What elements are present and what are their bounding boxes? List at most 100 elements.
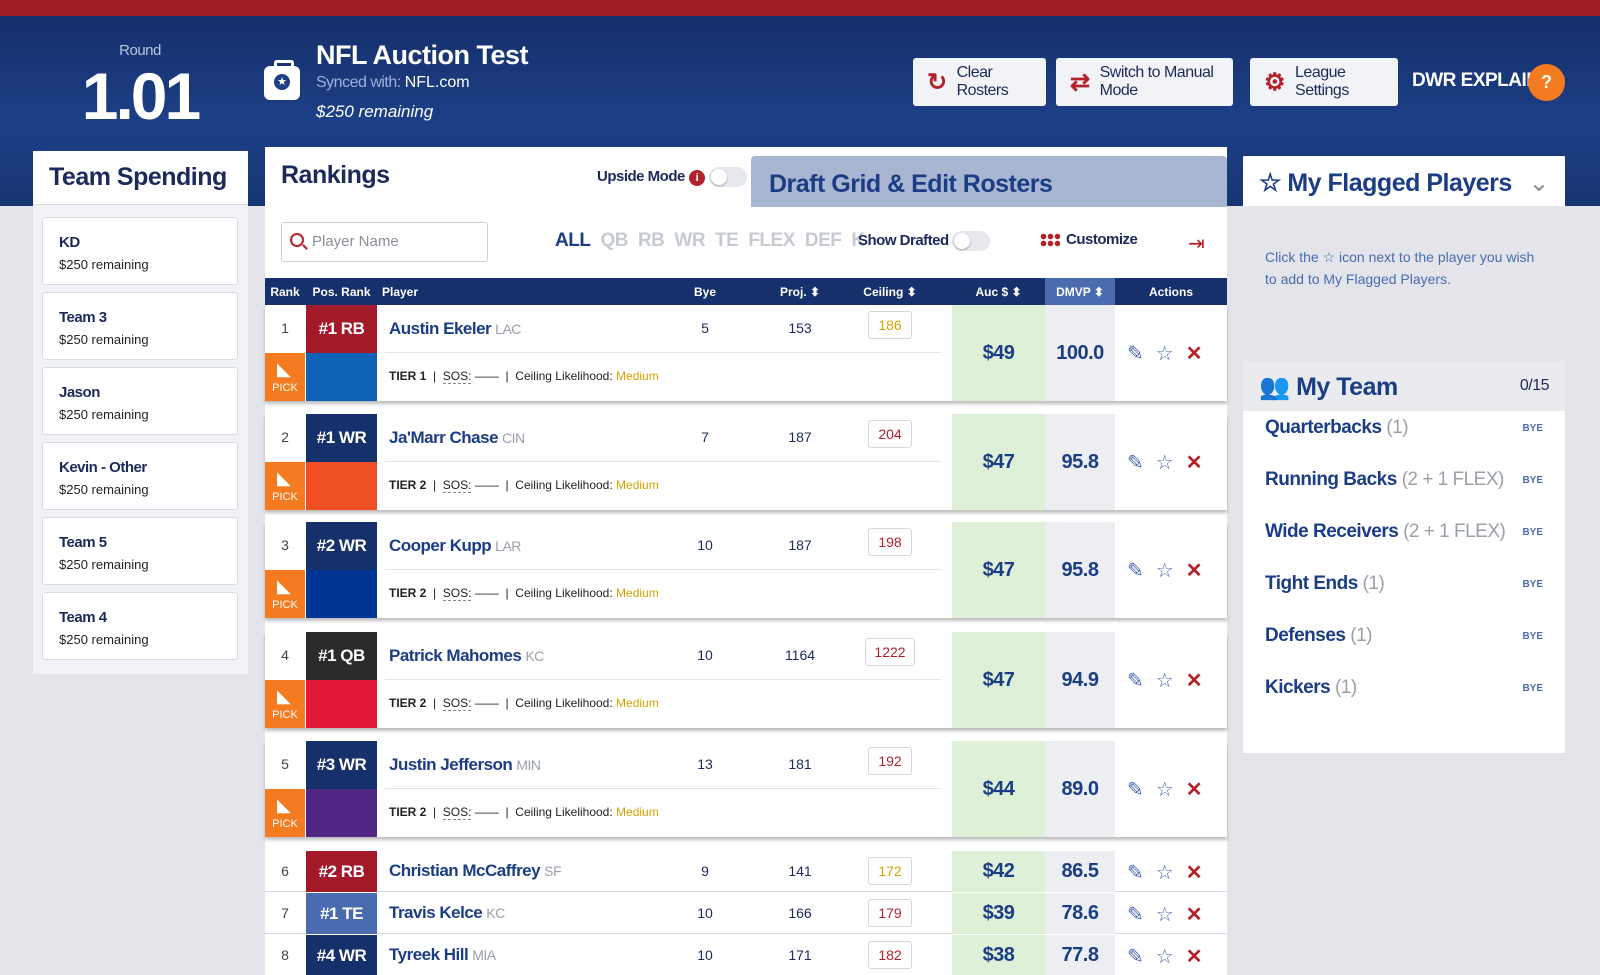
table-row[interactable]: 4 #1 QB PICK TIER 2 | SOS: —— | Ceiling Lik… [265,632,1227,728]
sos-value: —— [474,696,499,710]
col-posrank[interactable]: Pos. Rank [306,285,377,299]
upside-mode-toggle[interactable] [708,167,747,187]
player-name-link[interactable]: Justin Jefferson MIN [389,755,541,775]
pick-button[interactable]: PICK [265,680,305,728]
close-icon[interactable]: ✕ [1186,902,1203,927]
league-briefcase-icon[interactable]: ★ [264,60,300,100]
chevron-down-icon[interactable]: ⌄ [1529,168,1550,198]
edit-icon[interactable]: ✎ [1127,944,1144,969]
team-remaining: $250 remaining [59,557,149,572]
star-icon[interactable]: ☆ [1156,944,1174,969]
row-divider [385,569,941,570]
close-icon[interactable]: ✕ [1186,777,1203,802]
sos-label[interactable]: SOS: [442,478,472,493]
team-card[interactable]: Jason $250 remaining [42,367,238,435]
col-player[interactable]: Player [382,285,418,299]
close-icon[interactable]: ✕ [1186,558,1203,583]
sos-label[interactable]: SOS: [442,586,472,601]
star-icon[interactable]: ☆ [1156,558,1174,583]
league-settings-button[interactable]: ⚙ League Settings [1250,58,1398,106]
filter-all[interactable]: ALL [555,230,591,252]
upside-mode-label: Upside Mode [597,167,685,185]
team-remaining: $250 remaining [59,482,149,497]
team-card[interactable]: Kevin - Other $250 remaining [42,442,238,510]
filter-flex[interactable]: FLEX [748,230,795,252]
filter-wr[interactable]: WR [674,230,705,252]
table-row[interactable]: 3 #2 WR PICK TIER 2 | SOS: —— | Ceiling Lik… [265,522,1227,618]
col-ceiling[interactable]: Ceiling ⬍ [852,285,928,299]
sos-label[interactable]: SOS: [442,369,472,384]
table-row[interactable]: 6 #2 RB Christian McCaffrey SF 9 141 172 $42 86.… [265,851,1227,892]
close-icon[interactable]: ✕ [1186,944,1203,969]
video-question-icon[interactable]: ? [1528,64,1565,101]
col-auc[interactable]: Auc $ ⬍ [952,285,1045,299]
pos-rank-badge: #1 QB [306,632,377,680]
dmvp-value: 86.5 [1045,851,1115,892]
player-name-link[interactable]: Tyreek Hill MIA [389,945,496,965]
player-name-link[interactable]: Cooper Kupp LAR [389,536,521,556]
slot-bye: BYE [1522,579,1543,590]
clear-rosters-button[interactable]: ↻ Clear Rosters [913,58,1046,106]
star-icon[interactable]: ☆ [1156,777,1174,802]
sos-label[interactable]: SOS: [442,696,472,711]
slot-count: (1) [1362,573,1385,594]
player-name-link[interactable]: Christian McCaffrey SF [389,861,561,881]
star-icon[interactable]: ☆ [1156,668,1174,693]
star-icon[interactable]: ☆ [1156,902,1174,927]
sos-label[interactable]: SOS: [442,805,472,820]
filter-te[interactable]: TE [715,230,739,252]
star-icon[interactable]: ☆ [1156,860,1174,885]
edit-icon[interactable]: ✎ [1127,902,1144,927]
player-name-link[interactable]: Ja'Marr Chase CIN [389,428,525,448]
player-name-link[interactable]: Travis Kelce KC [389,903,505,923]
pick-button[interactable]: PICK [265,570,305,618]
filter-rb[interactable]: RB [638,230,665,252]
position-filter: ALL QB RB WR TE FLEX DEF K [555,230,865,252]
tab-draft-grid[interactable]: Draft Grid & Edit Rosters [751,156,1227,207]
col-proj[interactable]: Proj. ⬍ [765,285,835,299]
manual-mode-button[interactable]: ⇄ Switch to Manual Mode [1056,58,1233,106]
customize-button[interactable]: Customize [1040,231,1138,248]
player-name-link[interactable]: Patrick Mahomes KC [389,646,544,666]
star-icon[interactable]: ☆ [1156,341,1174,366]
show-drafted-toggle[interactable] [952,231,991,251]
edit-icon[interactable]: ✎ [1127,341,1144,366]
edit-icon[interactable]: ✎ [1127,450,1144,475]
team-spending-title: Team Spending [33,151,248,205]
close-icon[interactable]: ✕ [1186,860,1203,885]
export-icon[interactable]: ⇥ [1188,231,1205,256]
close-icon[interactable]: ✕ [1186,450,1203,475]
filter-def[interactable]: DEF [805,230,842,252]
close-icon[interactable]: ✕ [1186,668,1203,693]
col-rank[interactable]: Rank [265,285,305,299]
pick-button[interactable]: PICK [265,789,305,837]
player-search-input[interactable]: Player Name [281,222,488,262]
team-card[interactable]: Team 4 $250 remaining [42,592,238,660]
edit-icon[interactable]: ✎ [1127,558,1144,583]
table-row[interactable]: 1 #1 RB PICK TIER 1 | SOS: —— | Ceiling Lik… [265,305,1227,401]
table-row[interactable]: 7 #1 TE Travis Kelce KC 10 166 179 $39 78.6 ✎ ☆ ✕ [265,893,1227,934]
star-icon[interactable]: ☆ [1156,450,1174,475]
close-icon[interactable]: ✕ [1186,341,1203,366]
tab-rankings[interactable]: Rankings Upside Mode i [265,147,747,207]
ceiling-likelihood-label: Ceiling Likelihood: [515,805,613,819]
col-bye[interactable]: Bye [685,285,725,299]
table-row[interactable]: 5 #3 WR PICK TIER 2 | SOS: —— | Ceiling Lik… [265,741,1227,837]
team-name: Kevin - Other [59,459,147,476]
player-name-link[interactable]: Austin Ekeler LAC [389,319,521,339]
ceiling-value: 179 [868,899,912,927]
table-row[interactable]: 8 #4 WR Tyreek Hill MIA 10 171 182 $38 77.8 ✎ ☆ ✕ [265,935,1227,975]
col-dmvp[interactable]: DMVP ⬍ [1045,278,1115,305]
flagged-header[interactable]: ☆ My Flagged Players ⌄ [1243,156,1565,206]
pick-button[interactable]: PICK [265,353,305,401]
filter-qb[interactable]: QB [600,230,628,252]
team-card[interactable]: Team 3 $250 remaining [42,292,238,360]
edit-icon[interactable]: ✎ [1127,777,1144,802]
edit-icon[interactable]: ✎ [1127,668,1144,693]
edit-icon[interactable]: ✎ [1127,860,1144,885]
team-card[interactable]: Team 5 $250 remaining [42,517,238,585]
team-card[interactable]: KD $250 remaining [42,217,238,285]
pick-button[interactable]: PICK [265,462,305,510]
table-row[interactable]: 2 #1 WR PICK TIER 2 | SOS: —— | Ceiling Lik… [265,414,1227,510]
info-icon[interactable]: i [688,169,705,186]
